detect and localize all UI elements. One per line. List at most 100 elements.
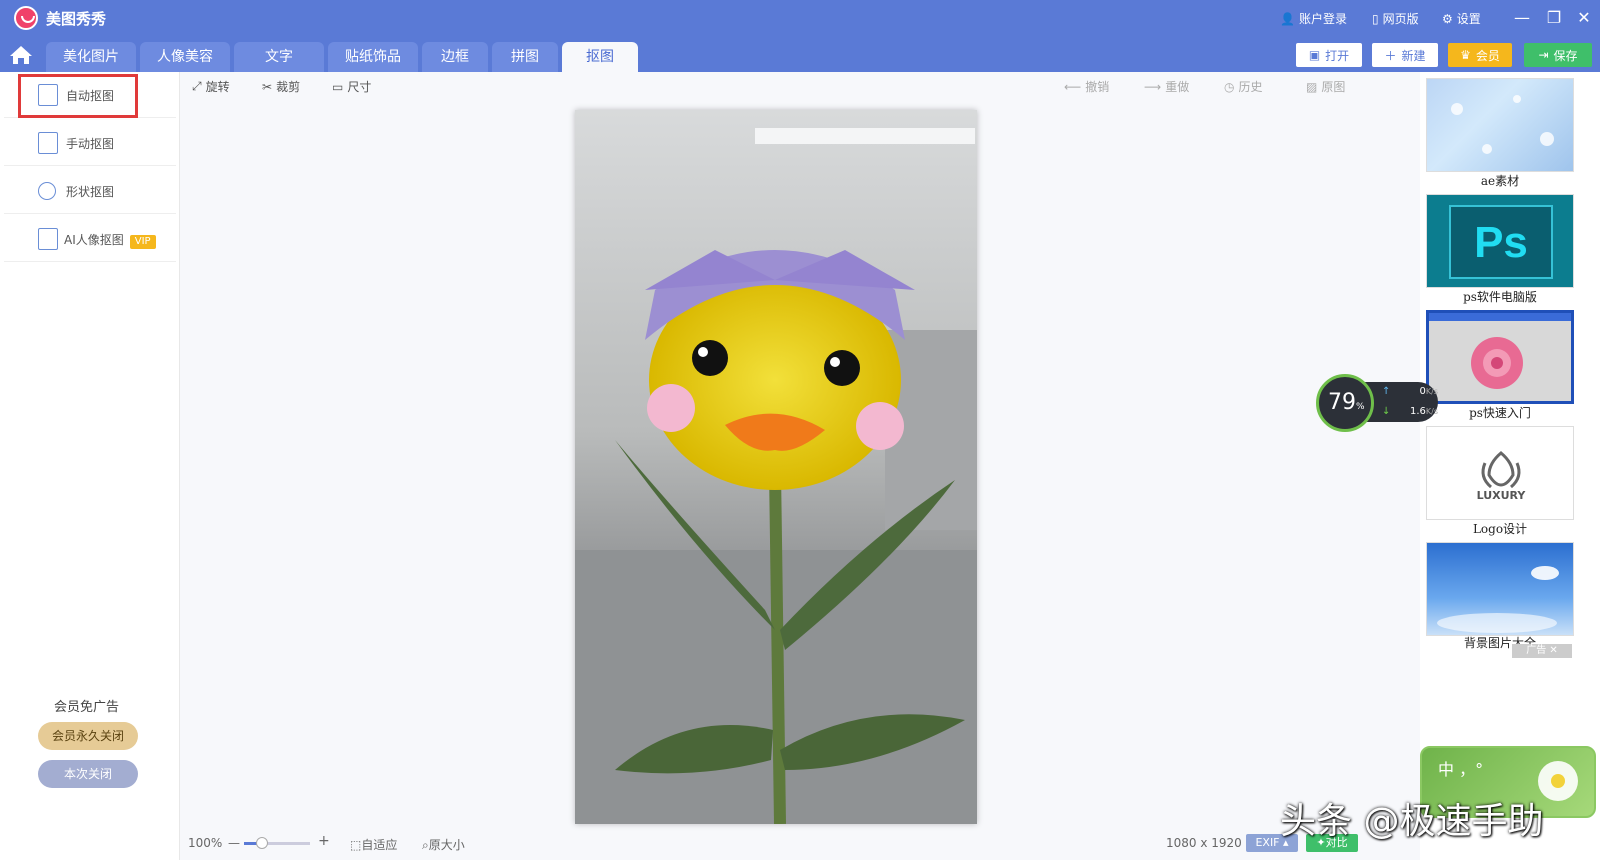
luxury-text: LUXURY	[1476, 489, 1526, 502]
zoom-in-icon[interactable]: +	[318, 833, 330, 849]
ai-portrait-cutout-item[interactable]: AI人像抠图 VIP	[4, 216, 176, 262]
rose-image	[1429, 313, 1571, 389]
redo-label: 重做	[1165, 80, 1190, 94]
thumb-label-ps-quickstart[interactable]: ps快速入门	[1426, 404, 1574, 421]
settings-label: 设置	[1456, 12, 1481, 26]
thumb-backgrounds[interactable]	[1426, 542, 1574, 636]
fit-button[interactable]: ⬚自适应	[350, 836, 397, 853]
new-label: 新建	[1401, 48, 1426, 63]
ad-free-title: 会员免广告	[54, 700, 120, 715]
original-button[interactable]: ▨ 原图	[1306, 78, 1345, 95]
permanent-close-button[interactable]: 会员永久关闭	[38, 722, 138, 750]
plus-icon: ＋	[1384, 48, 1397, 63]
home-icon[interactable]	[8, 44, 34, 66]
right-recommend-panel: ae素材 Ps ps软件电脑版 ps快速入门 LUXURY Logo设计 背景图…	[1420, 72, 1600, 860]
image-dimensions: 1080 x 1920	[1166, 836, 1242, 850]
tab-stickers[interactable]: 贴纸饰品	[328, 42, 418, 72]
web-version-button[interactable]: ▯ 网页版	[1372, 10, 1419, 27]
manual-cutout-item[interactable]: 手动抠图	[4, 120, 176, 166]
thumb-ae-material[interactable]	[1426, 78, 1574, 172]
history-label: 历史	[1238, 80, 1263, 94]
thumb-label-ps-software[interactable]: ps软件电脑版	[1426, 288, 1574, 305]
rotate-label: 旋转	[205, 80, 230, 94]
close-once-button[interactable]: 本次关闭	[38, 760, 138, 788]
ai-portrait-cutout-label: AI人像抠图	[64, 233, 124, 247]
size-label: 尺寸	[347, 80, 372, 94]
title-bar: 美图秀秀 👤 账户登录 ▯ 网页版 ⚙ 设置 — ❐ ✕	[0, 0, 1600, 36]
ad-tag[interactable]: 广告 ✕	[1512, 644, 1572, 658]
cpu-percent: 79%	[1328, 390, 1365, 415]
tab-text[interactable]: 文字	[234, 42, 324, 72]
arrow-up-icon: ↑	[1382, 386, 1391, 397]
thumb-ps-quickstart[interactable]	[1426, 310, 1574, 404]
undo-label: 撤销	[1085, 80, 1110, 94]
tab-beautify[interactable]: 美化图片	[46, 42, 136, 72]
fit-label: 自适应	[361, 838, 398, 852]
tab-bar: 美化图片 人像美容 文字 贴纸饰品 边框 拼图 抠图 ▣ 打开 ＋ 新建 ♛ 会员 ⇥…	[0, 36, 1600, 72]
clock-icon: ◷	[1224, 79, 1235, 94]
arrow-down-icon: ↓	[1382, 406, 1391, 417]
history-button[interactable]: ◷ 历史	[1224, 78, 1263, 95]
zoom-slider-handle[interactable]	[256, 837, 268, 849]
duck-flower-photo	[575, 110, 977, 824]
snowflake-pattern	[1451, 95, 1554, 154]
app-logo-icon	[14, 6, 38, 30]
size-button[interactable]: ▭ 尺寸	[332, 78, 371, 95]
ai-portrait-cutout-icon	[38, 228, 58, 250]
download-speed: ↓ 1.6K/s	[1382, 406, 1438, 417]
thumb-ps-software[interactable]: Ps	[1426, 194, 1574, 288]
actual-size-label: 原大小	[428, 838, 465, 852]
zoom-slider[interactable]	[244, 837, 310, 849]
account-login-button[interactable]: 👤 账户登录	[1280, 10, 1347, 27]
canvas-image[interactable]	[575, 110, 977, 824]
vip-badge: VIP	[129, 235, 156, 249]
rotate-button[interactable]: ⤢ 旋转	[192, 78, 230, 95]
undo-icon: ⟵	[1064, 79, 1082, 94]
ime-text: 中 ，°	[1438, 760, 1484, 779]
original-image-icon: ▨	[1306, 79, 1318, 94]
selection-highlight	[18, 74, 138, 118]
original-label: 原图	[1321, 80, 1346, 94]
save-button[interactable]: ⇥ 保存	[1524, 43, 1592, 67]
speed-widget[interactable]: 79% ↑ 0K/s ↓ 1.6K/s	[1316, 374, 1438, 432]
thumb-label-ae[interactable]: ae素材	[1426, 172, 1574, 189]
luxury-logo	[1481, 451, 1521, 489]
fit-icon: ⬚	[350, 838, 362, 852]
actual-size-button[interactable]: ⌕原大小	[422, 836, 465, 853]
crop-button[interactable]: ✂ 裁剪	[262, 78, 300, 95]
scissors-icon: ✂	[262, 79, 273, 94]
restore-icon[interactable]: ❐	[1542, 6, 1566, 30]
shape-cutout-icon	[38, 182, 56, 200]
gear-icon: ⚙	[1442, 11, 1453, 26]
crown-icon: ♛	[1460, 48, 1471, 62]
tab-cutout[interactable]: 抠图	[562, 42, 638, 72]
thumb-label-logo-design[interactable]: Logo设计	[1426, 520, 1574, 537]
minimize-icon[interactable]: —	[1510, 6, 1534, 30]
ad-tag-label: 广告	[1526, 645, 1547, 656]
tab-collage[interactable]: 拼图	[492, 42, 558, 72]
ps-logo: Ps	[1449, 205, 1553, 279]
sky-image	[1437, 566, 1559, 633]
undo-button[interactable]: ⟵ 撤销	[1064, 78, 1109, 95]
tab-portrait[interactable]: 人像美容	[140, 42, 230, 72]
shape-cutout-item[interactable]: 形状抠图	[4, 168, 176, 214]
resize-icon: ▭	[332, 79, 344, 94]
exif-label: EXIF	[1255, 836, 1280, 849]
redo-button[interactable]: ⟶ 重做	[1144, 78, 1189, 95]
member-label: 会员	[1475, 48, 1500, 63]
user-icon: 👤	[1280, 11, 1295, 26]
rotate-icon: ⤢	[192, 79, 202, 93]
manual-cutout-label: 手动抠图	[66, 137, 115, 151]
open-button[interactable]: ▣ 打开	[1296, 43, 1362, 67]
phone-icon: ▯	[1372, 11, 1379, 26]
settings-button[interactable]: ⚙ 设置	[1442, 10, 1481, 27]
crop-label: 裁剪	[276, 80, 301, 94]
close-icon[interactable]: ✕	[1572, 6, 1596, 30]
tab-frames[interactable]: 边框	[422, 42, 488, 72]
watermark-text: 头条 @极速手助	[1280, 801, 1544, 842]
zoom-out-icon[interactable]: —	[228, 836, 240, 850]
thumb-logo-design[interactable]: LUXURY	[1426, 426, 1574, 520]
new-button[interactable]: ＋ 新建	[1372, 43, 1438, 67]
save-label: 保存	[1553, 48, 1578, 63]
member-button[interactable]: ♛ 会员	[1448, 43, 1512, 67]
